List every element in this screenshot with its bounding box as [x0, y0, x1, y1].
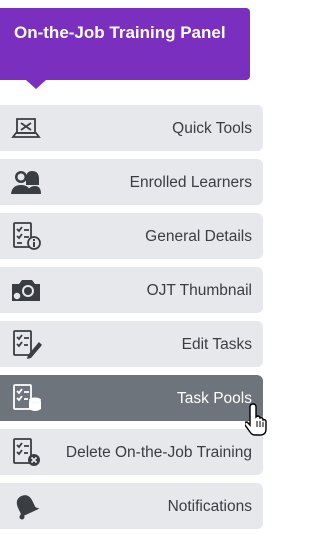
- details-icon: [10, 221, 42, 251]
- menu-item-label: Quick Tools: [172, 119, 252, 137]
- menu-item-label: Enrolled Learners: [129, 173, 252, 191]
- menu-item-label: Delete On-the-Job Training: [65, 443, 252, 461]
- menu-item-quick-tools[interactable]: Quick Tools: [0, 105, 263, 151]
- task-pools-icon: [10, 383, 42, 413]
- header-pointer: [26, 80, 46, 89]
- camera-icon: [10, 275, 42, 305]
- menu-item-label: Task Pools: [177, 389, 252, 407]
- panel-title: On-the-Job Training Panel: [14, 23, 226, 42]
- menu-item-ojt-thumbnail[interactable]: OJT Thumbnail: [0, 267, 263, 313]
- edit-tasks-icon: [10, 329, 42, 359]
- menu-item-enrolled-learners[interactable]: Enrolled Learners: [0, 159, 263, 205]
- menu-item-notifications[interactable]: Notifications: [0, 483, 263, 529]
- quick-tools-icon: [10, 113, 42, 143]
- delete-icon: [10, 437, 42, 467]
- menu-item-general-details[interactable]: General Details: [0, 213, 263, 259]
- menu-item-label: General Details: [145, 227, 252, 245]
- menu-item-task-pools[interactable]: Task Pools: [0, 375, 263, 421]
- learners-icon: [10, 167, 42, 197]
- menu-item-label: Notifications: [167, 497, 252, 515]
- hand-cursor-icon: [244, 402, 273, 436]
- menu-item-delete-ojt[interactable]: Delete On-the-Job Training: [0, 429, 263, 475]
- panel-header: On-the-Job Training Panel: [0, 8, 250, 80]
- menu-item-label: Edit Tasks: [181, 335, 252, 353]
- menu-item-edit-tasks[interactable]: Edit Tasks: [0, 321, 263, 367]
- bell-icon: [10, 491, 42, 521]
- menu-item-label: OJT Thumbnail: [146, 281, 252, 299]
